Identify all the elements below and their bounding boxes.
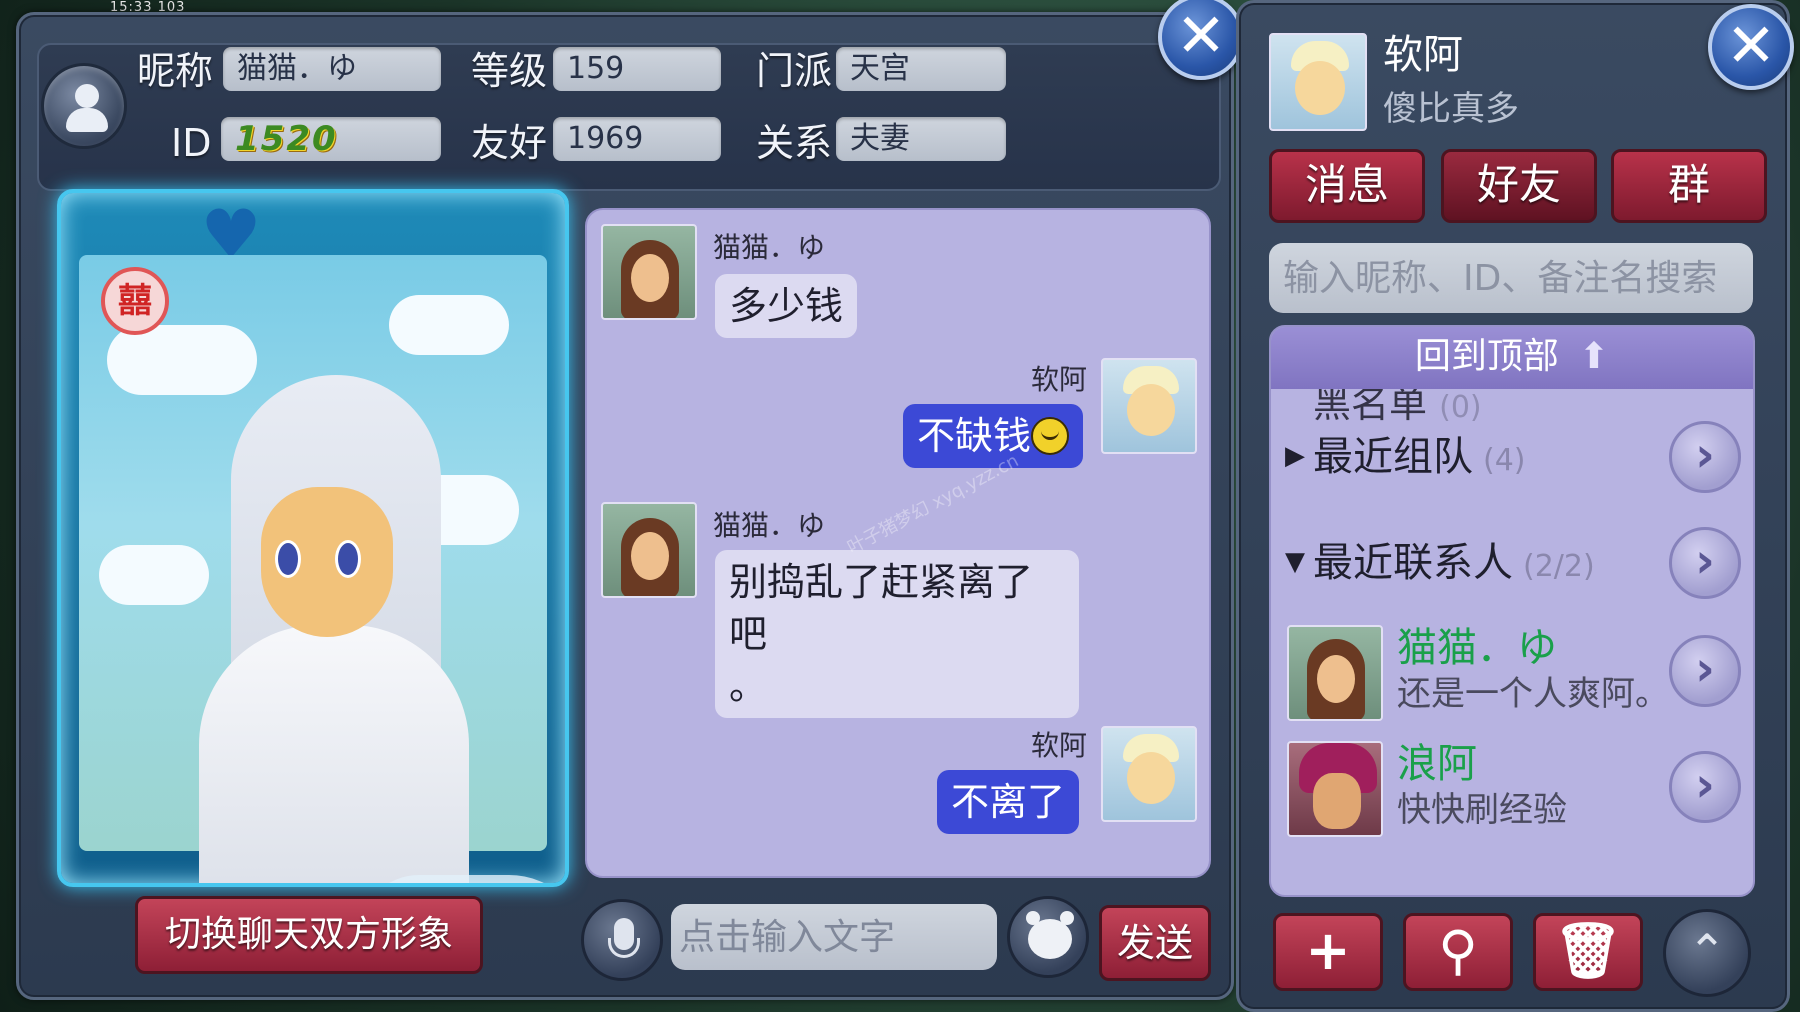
cloud-decoration: [107, 325, 257, 395]
nickname-label: 昵称: [137, 49, 214, 93]
level-label: 等级: [471, 49, 548, 93]
character-portrait: [79, 255, 565, 883]
message-sender: 软阿: [1031, 729, 1088, 762]
bear-emoji-icon: [1026, 911, 1074, 959]
avatar-face: [1317, 655, 1355, 703]
character-eye: [335, 540, 361, 578]
sender-avatar[interactable]: [1101, 358, 1197, 454]
chevron-right-icon[interactable]: ›: [1669, 527, 1741, 599]
switch-avatar-button[interactable]: 切换聊天双方形象: [135, 896, 483, 974]
contact-item[interactable]: 浪阿 快快刷经验 ›: [1271, 737, 1753, 837]
group-title: 最近联系人 (2/2): [1313, 537, 1595, 593]
sender-avatar[interactable]: [601, 502, 697, 598]
friends-panel: 软阿 傻比真多 消息 好友 群 黑名单 (0) 回到顶部⬆ ▶ 最近组队(4) …: [1236, 0, 1790, 1012]
avatar-face: [1295, 61, 1345, 115]
cloud-decoration: [389, 295, 509, 355]
message-bubble: 不离了: [937, 770, 1080, 834]
double-happiness-seal: 囍: [101, 267, 169, 335]
collapse-button[interactable]: ⌃: [1663, 909, 1751, 997]
relation-value: 夫妻: [836, 117, 1006, 161]
message-bubble: 多少钱: [715, 274, 858, 338]
id-label: ID: [171, 121, 212, 165]
microphone-icon-stand: [608, 938, 640, 958]
search-icon: ⚲: [1438, 919, 1478, 982]
message-sender: 猫猫．ゆ: [713, 509, 826, 542]
friend-search-input[interactable]: [1269, 243, 1753, 313]
send-button[interactable]: 发送: [1099, 905, 1211, 981]
expanded-triangle-icon: ▼: [1285, 547, 1305, 577]
group-name: 最近组队: [1313, 434, 1473, 480]
contact-last-message: 还是一个人爽阿。: [1397, 674, 1669, 714]
friend-list[interactable]: 黑名单 (0) 回到顶部 ⬆ ▶ 最近组队 (4) › ▼ 最近联系人 (2/2) ›: [1269, 325, 1755, 897]
close-friends-button[interactable]: ✕: [1708, 4, 1794, 90]
message-sender: 猫猫．ゆ: [713, 231, 826, 264]
my-avatar[interactable]: [1269, 33, 1367, 131]
group-count: (2/2): [1523, 549, 1595, 584]
id-value: 1520: [221, 117, 441, 161]
back-to-top-button[interactable]: 回到顶部 ⬆: [1271, 327, 1753, 389]
avatar-face: [1313, 773, 1361, 829]
collapsed-triangle-icon: ▶: [1285, 441, 1305, 471]
friendship-label: 友好: [471, 121, 548, 165]
contact-avatar: [1287, 741, 1383, 837]
message-text: 不缺钱: [917, 414, 1032, 458]
sender-avatar[interactable]: [1101, 726, 1197, 822]
my-name: 软阿: [1383, 32, 1463, 78]
message-bubble: 别捣乱了赶紧离了吧 。: [715, 550, 1079, 718]
trash-icon: 🗑: [1553, 919, 1623, 982]
tab-messages[interactable]: 消息: [1269, 149, 1425, 223]
chevron-right-icon[interactable]: ›: [1669, 751, 1741, 823]
character-card: ♥ 囍: [57, 189, 569, 887]
message-text: 别捣乱了赶紧离了吧: [729, 560, 1034, 656]
chat-panel: 昵称 猫猫．ゆ 等级 159 门派 天宫 ID 1520 友好 1969 关系 …: [16, 12, 1234, 1000]
avatar-face: [1127, 752, 1175, 804]
chevron-up-icon: ⌃: [1687, 924, 1727, 978]
message-text-line2: 。: [729, 664, 768, 708]
group-recent-team[interactable]: ▶ 最近组队 (4) ›: [1271, 413, 1753, 503]
sender-avatar[interactable]: [601, 224, 697, 320]
add-friend-button[interactable]: +: [1273, 913, 1383, 991]
sect-label: 门派: [756, 49, 833, 93]
level-value: 159: [553, 47, 721, 91]
character-robe: [199, 625, 469, 883]
person-icon-body: [66, 108, 108, 132]
delete-friend-button[interactable]: 🗑: [1533, 913, 1643, 991]
chat-input[interactable]: [671, 904, 997, 970]
group-count: (4): [1483, 443, 1526, 478]
avatar-face: [1127, 384, 1175, 436]
message-sender: 软阿: [1031, 363, 1088, 396]
character-eye: [275, 540, 301, 578]
smiley-emoji-icon: [1031, 417, 1070, 455]
contact-name: 浪阿: [1397, 741, 1477, 787]
search-friend-button[interactable]: ⚲: [1403, 913, 1513, 991]
group-name: 最近联系人: [1313, 540, 1513, 586]
back-to-top-label: 回到顶部: [1414, 336, 1559, 377]
chevron-right-icon[interactable]: ›: [1669, 635, 1741, 707]
sect-value: 天宫: [836, 47, 1006, 91]
relation-label: 关系: [756, 121, 833, 165]
contact-name: 猫猫．ゆ: [1397, 625, 1557, 671]
nickname-value: 猫猫．ゆ: [223, 47, 441, 91]
chevron-right-icon[interactable]: ›: [1669, 421, 1741, 493]
friendship-value: 1969: [553, 117, 721, 161]
emoji-button[interactable]: [1007, 896, 1089, 978]
tab-groups[interactable]: 群: [1611, 149, 1767, 223]
profile-avatar-button[interactable]: [41, 63, 127, 149]
my-signature: 傻比真多: [1383, 89, 1519, 129]
plus-icon: +: [1305, 919, 1351, 982]
group-title: 最近组队 (4): [1313, 431, 1526, 487]
chat-messages-area[interactable]: 猫猫．ゆ 多少钱 软阿 不缺钱 猫猫．ゆ 别捣乱了赶紧离了吧 。 软阿 不离了 …: [585, 208, 1211, 878]
person-icon: [75, 84, 99, 108]
contact-last-message: 快快刷经验: [1397, 790, 1567, 830]
voice-button[interactable]: [581, 899, 663, 981]
contact-avatar: [1287, 625, 1383, 721]
tab-friends[interactable]: 好友: [1441, 149, 1597, 223]
arrow-up-icon: ⬆: [1578, 336, 1610, 377]
contact-item[interactable]: 猫猫．ゆ 还是一个人爽阿。 ›: [1271, 621, 1753, 721]
avatar-face: [631, 254, 669, 302]
group-recent-contacts[interactable]: ▼ 最近联系人 (2/2) ›: [1271, 519, 1753, 609]
cloud-decoration: [99, 545, 209, 605]
avatar-face: [631, 532, 669, 580]
